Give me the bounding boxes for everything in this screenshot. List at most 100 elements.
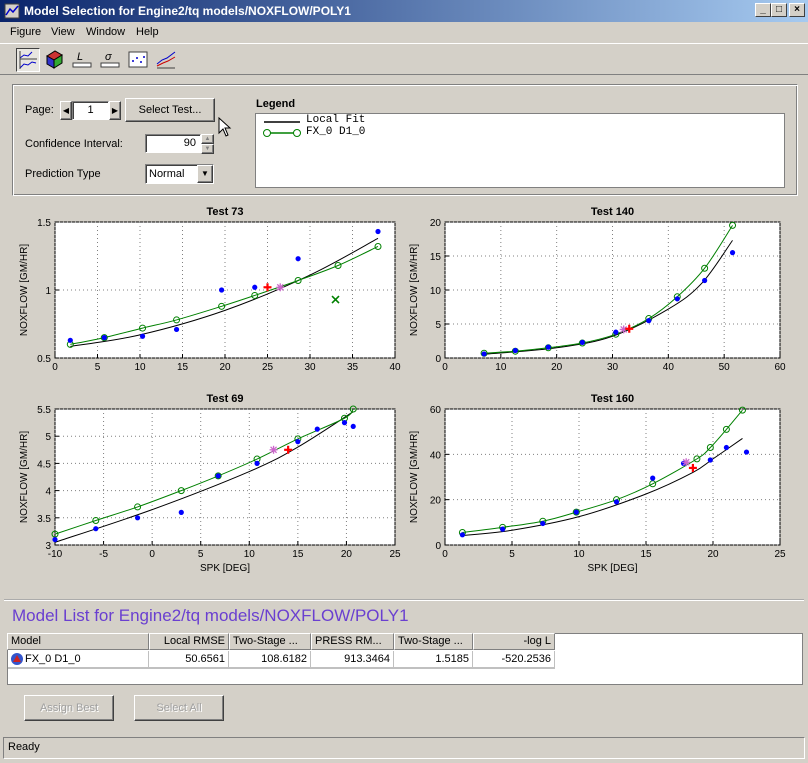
- data-point: [500, 526, 506, 532]
- x-tick-label: 0: [149, 549, 155, 560]
- y-tick-label: 60: [430, 405, 442, 416]
- page-prev-button[interactable]: ◀: [60, 101, 72, 120]
- prediction-type-label: Prediction Type: [25, 168, 101, 180]
- menu-view[interactable]: View: [51, 26, 75, 38]
- likelihood-icon[interactable]: L: [71, 48, 95, 72]
- x-tick-label: 10: [495, 362, 507, 373]
- prediction-type-select[interactable]: Normal ▼: [145, 164, 214, 184]
- table-row-empty: [8, 668, 555, 684]
- chevron-down-icon[interactable]: ▼: [197, 165, 213, 183]
- data-point: [613, 329, 619, 335]
- x-axis-label: SPK [DEG]: [200, 563, 250, 574]
- column-header-local-rmse[interactable]: Local RMSE: [149, 633, 229, 650]
- chart-2[interactable]: Test 69-10 -5 0 5 10 15 20 2533.544.555.5NOXFLO…: [5, 387, 407, 579]
- y-axis-label: NOXFLOW [GM/HR]: [409, 244, 420, 336]
- x-axis-label: SPK [DEG]: [587, 563, 637, 574]
- page-input[interactable]: 1: [72, 101, 109, 120]
- data-point: [613, 499, 620, 505]
- x-tick-label: 5: [509, 549, 515, 560]
- x-tick-label: 15: [640, 549, 652, 560]
- data-point: [646, 318, 652, 324]
- y-tick-label: 0: [435, 541, 441, 552]
- rmse-icon[interactable]: σ: [99, 48, 123, 72]
- data-point: [295, 439, 301, 445]
- data-point: [350, 423, 356, 430]
- x-tick-label: 30: [607, 362, 619, 373]
- minimize-button[interactable]: _: [755, 3, 771, 17]
- y-tick-label: 3.5: [37, 514, 51, 525]
- page-label: Page:: [25, 104, 54, 116]
- local-fit-legend-icon: [264, 121, 300, 123]
- menu-bar: Figure View Window Help: [0, 22, 808, 42]
- x-tick-label: 25: [262, 362, 274, 373]
- column-header-model[interactable]: Model: [7, 633, 149, 650]
- cross-section-icon[interactable]: [155, 48, 179, 72]
- y-tick-label: 3: [45, 541, 51, 552]
- app-icon: [4, 3, 20, 19]
- data-point: [743, 449, 750, 455]
- data-point: [254, 460, 260, 466]
- y-tick-label: 15: [430, 252, 442, 263]
- y-tick-label: 5: [45, 432, 51, 443]
- confidence-label: Confidence Interval:: [25, 138, 123, 150]
- menu-help[interactable]: Help: [136, 26, 159, 38]
- x-tick-label: 5: [95, 362, 101, 373]
- status-bar: Ready: [3, 737, 805, 759]
- surface-3d-icon[interactable]: [43, 48, 67, 72]
- column-header-two-stage-t[interactable]: Two-Stage ...: [394, 633, 473, 650]
- chart-1[interactable]: Test 140 0 10 20 30 40 50 60 0 5 10 15 20 NOXFLOW [GM…: [395, 200, 792, 392]
- chart-0[interactable]: Test 730 5 10 15 20 25 30 35 400.511.5NOXFLOW [G…: [5, 200, 407, 392]
- cell-local-rmse: 50.6561: [149, 651, 229, 668]
- title-bar[interactable]: Model Selection for Engine2/tq models/NO…: [0, 0, 808, 22]
- response-plot-icon[interactable]: [16, 48, 40, 72]
- x-tick-label: 5: [198, 549, 204, 560]
- data-point: [52, 536, 58, 543]
- data-point: [134, 515, 141, 521]
- select-test-button[interactable]: Select Test...: [125, 98, 215, 122]
- data-point: [67, 337, 73, 343]
- x-tick-label: 60: [774, 362, 786, 373]
- data-point: [674, 296, 680, 302]
- data-point: [215, 473, 221, 479]
- confidence-input[interactable]: 90: [145, 134, 201, 153]
- data-point: [252, 284, 258, 290]
- prediction-type-value: Normal: [149, 168, 185, 180]
- data-point: [295, 256, 301, 262]
- x-tick-label: 10: [573, 549, 585, 560]
- select-all-button[interactable]: Select All: [134, 695, 224, 721]
- x-tick-label: 0: [52, 362, 58, 373]
- cell-two-stage-rmse: 108.6182: [229, 651, 311, 668]
- window-title: Model Selection for Engine2/tq models/NO…: [24, 4, 351, 18]
- data-point: [341, 420, 348, 426]
- close-button[interactable]: ×: [789, 3, 805, 17]
- y-tick-label: 1.5: [37, 218, 51, 229]
- data-point: [101, 335, 107, 341]
- residuals-icon[interactable]: [127, 48, 151, 72]
- status-text: Ready: [8, 741, 40, 753]
- model-list-title: Model List for Engine2/tq models/NOXFLOW…: [12, 606, 409, 625]
- global-fit-legend-icon: [263, 129, 301, 137]
- data-point: [723, 444, 729, 451]
- x-tick-label: 20: [341, 549, 353, 560]
- data-point: [219, 287, 225, 293]
- column-header-press-rmse[interactable]: PRESS RM...: [311, 633, 394, 650]
- confidence-down-button[interactable]: ▼: [201, 144, 214, 154]
- assign-best-button[interactable]: Assign Best: [24, 695, 114, 721]
- column-header-log-l[interactable]: -log L: [473, 633, 555, 650]
- mouse-cursor-icon: [218, 117, 232, 137]
- menu-figure[interactable]: Figure: [10, 26, 41, 38]
- column-header-two-stage-rmse[interactable]: Two-Stage ...: [229, 633, 311, 650]
- menu-window[interactable]: Window: [86, 26, 125, 38]
- confidence-up-button[interactable]: ▲: [201, 134, 214, 144]
- toolbar: L σ: [0, 43, 808, 75]
- data-point: [178, 509, 184, 515]
- page-next-button[interactable]: ▶: [109, 101, 121, 120]
- y-axis-label: NOXFLOW [GM/HR]: [409, 431, 420, 523]
- chart-3[interactable]: Test 160 0 5 10 15 20 25 0 20 40 60 NOXFLOW [GM/HR]…: [395, 387, 792, 579]
- maximize-button[interactable]: □: [771, 3, 787, 17]
- data-point: [650, 475, 656, 481]
- data-point: [540, 520, 546, 527]
- x-tick-label: 15: [177, 362, 189, 373]
- table-row[interactable]: FX_0 D1_0 50.6561 108.6182 913.3464 1.51…: [8, 651, 555, 668]
- x-tick-label: 40: [663, 362, 675, 373]
